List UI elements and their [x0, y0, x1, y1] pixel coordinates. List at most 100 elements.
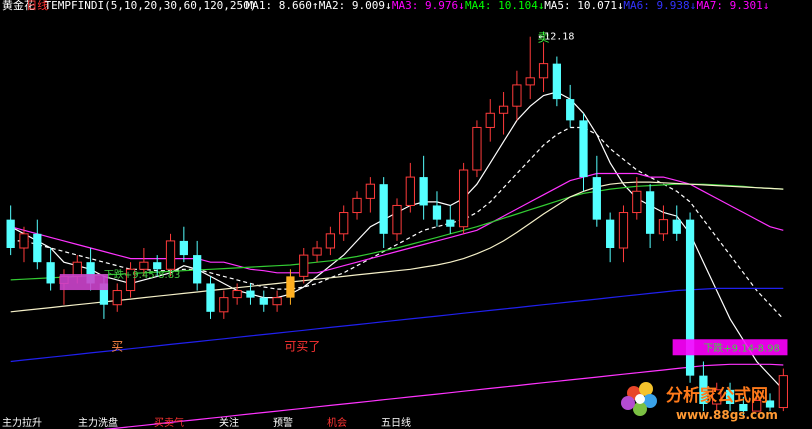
ma-value-ma4: MA4: 10.104↓ — [465, 0, 544, 12]
candle-body — [179, 240, 188, 256]
candle — [446, 205, 455, 234]
candlesticks — [6, 36, 788, 419]
candle-body — [432, 205, 442, 220]
candle — [458, 162, 469, 234]
candle-body — [219, 297, 229, 313]
candle — [419, 155, 428, 220]
candle-body — [606, 219, 615, 248]
stock-chart: 下跌+9.45-8.83 下跌+9.14-8.98 买可买了卖 ←12.18 黄金花日… — [0, 0, 812, 429]
candle — [606, 212, 615, 263]
peak-price-label: ←12.18 — [538, 32, 574, 43]
candle-body — [552, 63, 561, 100]
candle — [392, 198, 402, 241]
candle — [592, 155, 601, 227]
candle — [525, 36, 535, 100]
candle-body — [419, 177, 428, 206]
ma-value-ma6: MA6: 9.938↓ — [623, 0, 696, 12]
candle-body — [112, 290, 122, 306]
indicator-name: TEMPFINDI(5,10,20,30,60,120,250) — [45, 0, 257, 12]
candle — [498, 92, 509, 135]
candle-body — [632, 190, 642, 214]
candle-body — [485, 112, 495, 128]
candle-body — [6, 219, 15, 248]
candle — [286, 269, 295, 305]
candle-body — [392, 204, 402, 235]
candle — [405, 162, 415, 213]
candle — [379, 177, 388, 248]
candle — [46, 248, 55, 291]
candle-body — [379, 184, 388, 234]
ma-value-ma2: MA2: 9.009↓ — [319, 0, 392, 12]
candle-body — [232, 290, 242, 299]
candlestick-chart-svg: 下跌+9.45-8.83下跌+9.14-8.98买 可买了卖←12.18 黄金花日… — [2, 0, 788, 429]
candle — [512, 70, 522, 121]
candle-body — [658, 219, 669, 235]
candle-body — [46, 262, 55, 284]
ma-value-ma3: MA3: 9.976↓ — [392, 0, 465, 12]
ma-value-ma7: MA7: 9.301↓ — [697, 0, 770, 12]
candle — [259, 290, 268, 312]
candle — [112, 283, 122, 312]
candle-body — [246, 290, 255, 298]
candle-body — [525, 77, 535, 86]
candle-body — [193, 255, 202, 284]
candle-body — [618, 212, 629, 249]
candle-body — [645, 191, 655, 234]
candle-body — [272, 297, 282, 306]
candle-body — [299, 254, 309, 277]
footer-segment: 关注 — [219, 416, 239, 429]
candle — [538, 42, 549, 92]
signal-annotation: 买 — [111, 340, 123, 354]
flower-logo-icon — [621, 382, 657, 416]
watermark-svg: 分析家公式网 www.88gs.com — [621, 382, 778, 422]
candle-body — [405, 176, 415, 206]
candle — [472, 120, 482, 178]
ma-value-ma5: MA5: 10.071↓ — [544, 0, 623, 12]
footer-segment: 主力洗盘 — [78, 416, 118, 429]
candle-body — [19, 233, 29, 249]
watermark: 分析家公式网 www.88gs.com — [606, 373, 806, 425]
candle — [193, 240, 202, 291]
candle — [645, 184, 655, 248]
candle — [632, 177, 642, 220]
candle — [672, 205, 681, 241]
candle — [485, 99, 495, 142]
candle — [618, 205, 629, 263]
candle-body — [206, 283, 215, 312]
ma-value-ma1: MA1: 8.660↑ — [246, 0, 319, 12]
candle-body — [566, 99, 575, 121]
candle-body — [365, 183, 375, 199]
watermark-name: 分析家公式网 — [666, 385, 768, 406]
candle-body — [165, 240, 176, 270]
watermark-url: www.88gs.com — [676, 408, 778, 422]
candle-body — [139, 261, 149, 270]
candle — [579, 113, 588, 192]
candle-body — [446, 219, 455, 227]
candle-body — [153, 262, 162, 270]
candle — [272, 290, 282, 312]
footer-indicator-row: 主力拉升 主力洗盘 买卖气 关注 预警 机会 五日线 — [2, 416, 411, 429]
candle-body — [538, 63, 549, 79]
candle — [339, 205, 349, 241]
candle — [432, 191, 442, 227]
candle — [325, 226, 336, 256]
candle — [6, 205, 15, 256]
signal-boxes — [59, 274, 788, 356]
candle-body — [579, 120, 588, 178]
candle-body — [472, 126, 482, 171]
candle — [352, 191, 362, 220]
footer-segment: 预警 — [273, 416, 293, 429]
footer-segment: 五日线 — [381, 416, 411, 429]
candle — [312, 240, 322, 263]
signal-box — [59, 274, 109, 291]
candle-body — [498, 105, 509, 114]
candle-body — [286, 276, 295, 298]
candle-body — [312, 247, 322, 256]
range-label: 下跌+9.45-8.83 — [104, 268, 181, 281]
signal-annotation: 可买了 — [284, 340, 320, 354]
candle-body — [352, 197, 362, 214]
candle — [566, 84, 575, 128]
candle — [552, 56, 561, 107]
candle-body — [33, 233, 42, 263]
candle — [33, 219, 42, 270]
